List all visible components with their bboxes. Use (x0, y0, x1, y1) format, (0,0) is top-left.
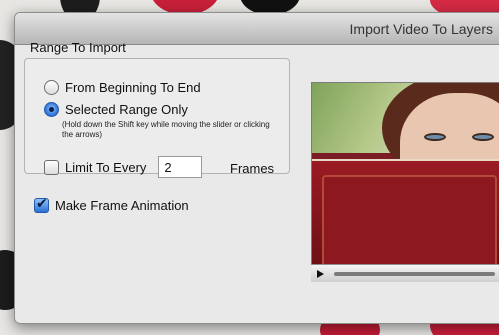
frame-interval-input[interactable] (158, 156, 203, 178)
limit-checkbox[interactable] (44, 159, 59, 175)
radio-selected-range-label: Selected Range Only (65, 102, 188, 117)
radio-button-selected[interactable] (44, 102, 59, 117)
frames-unit-label: Frames (230, 161, 275, 176)
limit-row: Limit To Every (44, 156, 203, 178)
radio-button[interactable] (44, 80, 59, 95)
video-scrubber[interactable] (334, 271, 495, 276)
window-title: Import Video To Layers (349, 21, 493, 37)
video-preview (311, 82, 499, 282)
preview-eye (424, 133, 446, 141)
radio-selected-range[interactable]: Selected Range Only (44, 102, 188, 117)
preview-book-cover-border (322, 175, 497, 275)
shift-key-hint: (Hold down the Shift key while moving th… (62, 120, 270, 139)
preview-eye (472, 133, 494, 141)
video-controller (311, 264, 499, 282)
make-frame-animation-checkbox[interactable] (34, 196, 49, 213)
make-frame-animation[interactable]: Make Frame Animation (34, 196, 189, 213)
limit-label: Limit To Every (65, 159, 147, 175)
play-icon[interactable] (317, 269, 324, 278)
radio-from-beginning[interactable]: From Beginning To End (44, 80, 201, 95)
range-group-label: Range To Import (30, 40, 126, 55)
radio-from-beginning-label: From Beginning To End (65, 80, 201, 95)
make-frame-animation-label: Make Frame Animation (55, 198, 189, 213)
